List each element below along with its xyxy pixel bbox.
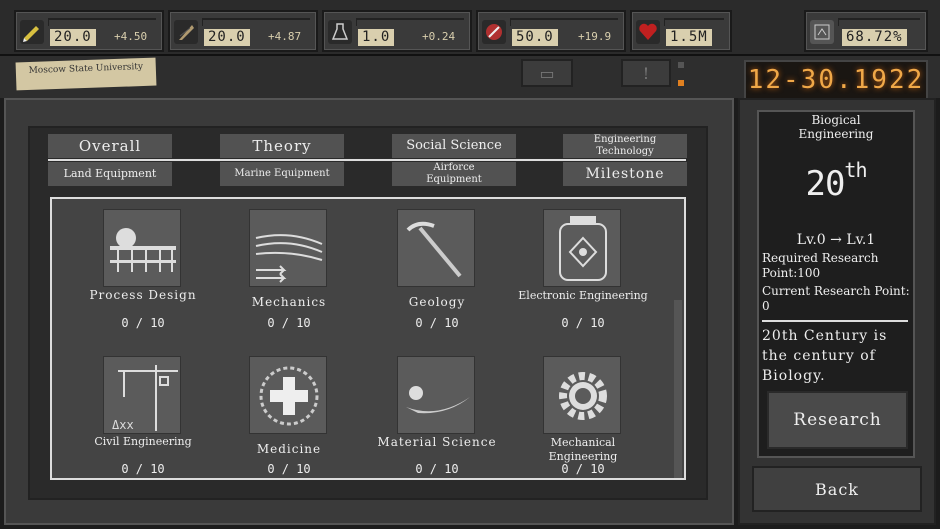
research-grid: Process Design 0 / 10 Mechanics 0 / 10 G… (50, 197, 686, 480)
progress-value: 68.72% (842, 29, 907, 46)
heart-icon (636, 20, 660, 44)
tab-engineering-technology[interactable]: Engineering Technology (563, 134, 687, 158)
item-progress: 0 / 10 (561, 316, 605, 330)
research-item-geology[interactable]: Geology 0 / 10 (372, 199, 502, 330)
item-progress: 0 / 10 (267, 462, 311, 476)
detail-title: Biogical Engineering (798, 113, 874, 141)
current-points: Current Research Point: 0 (762, 284, 912, 314)
resource-value: 1.0 (358, 29, 395, 46)
tick-decoration (356, 18, 464, 26)
book-button[interactable]: ▭ (521, 59, 573, 87)
item-name: Mechanical Engineering (548, 436, 618, 463)
research-item-civil-engineering[interactable]: Δxx Civil Engineering 0 / 10 (78, 346, 208, 476)
back-button[interactable]: Back (752, 466, 922, 512)
university-label: Moscow State University (15, 57, 157, 91)
resource-delta: +4.87 (268, 30, 302, 43)
gear-icon (543, 356, 621, 434)
item-progress: 0 / 10 (121, 316, 165, 330)
tick-decoration (48, 18, 156, 26)
svg-text:Δxx: Δxx (112, 418, 134, 432)
tab-airforce-equipment[interactable]: Airforce Equipment (392, 162, 516, 186)
detail-quote: 20th Century is the century of Biology. (762, 328, 888, 384)
tick-decoration (202, 18, 310, 26)
item-progress: 0 / 10 (415, 462, 459, 476)
tab-land-equipment[interactable]: Land Equipment (48, 162, 172, 186)
medical-cross-icon (249, 356, 327, 434)
level-change: Lv.0 → Lv.1 (796, 232, 876, 248)
current-label: Current Research Point: (762, 284, 910, 298)
required-value: 100 (797, 266, 821, 280)
century-number: 20 (805, 164, 845, 204)
crane-icon: Δxx (103, 356, 181, 434)
resource-value: 1.5M (666, 29, 712, 46)
book-icon: ▭ (539, 63, 555, 83)
resource-delta: +19.9 (578, 30, 612, 43)
resource-quill: 20.0 +4.87 (168, 10, 318, 52)
tools-icon (482, 20, 506, 44)
tab-marine-equipment[interactable]: Marine Equipment (220, 162, 344, 186)
research-item-medicine[interactable]: Medicine 0 / 10 (224, 346, 354, 476)
item-name: Electronic Engineering (518, 289, 648, 302)
item-name: Mechanics (251, 295, 327, 309)
item-name: Process Design (89, 288, 197, 302)
tick-decoration (838, 18, 920, 26)
resource-value: 50.0 (512, 29, 558, 46)
item-progress: 0 / 10 (415, 316, 459, 330)
tab-milestone[interactable]: Milestone (563, 162, 687, 186)
tab-divider (48, 159, 686, 161)
item-name: Civil Engineering (94, 435, 192, 448)
indicator-light-on (678, 80, 684, 86)
required-label: Required Research Point: (762, 251, 879, 280)
radio-tube-icon (543, 209, 621, 287)
resource-tools: 50.0 +19.9 (476, 10, 626, 52)
resource-heart: 1.5M (630, 10, 732, 52)
research-item-electronic-engineering[interactable]: Electronic Engineering 0 / 10 (518, 199, 648, 330)
indicator-light-off (678, 62, 684, 68)
item-progress: 0 / 10 (561, 462, 605, 476)
item-progress: 0 / 10 (267, 316, 311, 330)
tick-decoration (510, 18, 618, 26)
exclamation-icon: ! (642, 63, 650, 83)
progress-icon (810, 20, 834, 44)
research-item-material-science[interactable]: Material Science 0 / 10 (372, 346, 502, 476)
item-name: Geology (408, 295, 466, 309)
research-item-mechanics[interactable]: Mechanics 0 / 10 (224, 199, 354, 330)
process-design-icon (103, 209, 181, 287)
research-item-mechanical-engineering[interactable]: Mechanical Engineering 0 / 10 (518, 346, 648, 476)
resource-delta: +0.24 (422, 30, 456, 43)
research-button[interactable]: Research (767, 391, 908, 449)
resource-delta: +4.50 (114, 30, 148, 43)
date-text: 12-30.1922 (747, 65, 925, 95)
tick-decoration (664, 18, 724, 26)
pencil-icon (20, 20, 44, 44)
mechanics-icon (249, 209, 327, 287)
tab-overall[interactable]: Overall (48, 134, 172, 158)
detail-divider (762, 320, 908, 322)
current-value: 0 (762, 299, 770, 313)
grid-scrollbar[interactable] (674, 300, 682, 478)
item-progress: 0 / 10 (121, 462, 165, 476)
tab-social-science[interactable]: Social Science (392, 134, 516, 158)
resource-pencil: 20.0 +4.50 (14, 10, 164, 52)
resource-value: 20.0 (50, 29, 96, 46)
flask-icon (328, 20, 352, 44)
tab-theory[interactable]: Theory (220, 134, 344, 158)
resource-value: 20.0 (204, 29, 250, 46)
pickaxe-icon (397, 209, 475, 287)
item-name: Material Science (377, 435, 497, 449)
item-name: Medicine (256, 442, 322, 456)
material-icon (397, 356, 475, 434)
required-points: Required Research Point:100 (762, 251, 912, 281)
research-item-process-design[interactable]: Process Design 0 / 10 (78, 199, 208, 330)
date-display: 12-30.1922 (744, 60, 928, 100)
progress-indicator: 68.72% (804, 10, 928, 52)
century-suffix: th (844, 158, 867, 182)
quill-icon (174, 20, 198, 44)
century-label: 20th (757, 158, 915, 204)
resource-flask: 1.0 +0.24 (322, 10, 472, 52)
alert-button[interactable]: ! (621, 59, 671, 87)
